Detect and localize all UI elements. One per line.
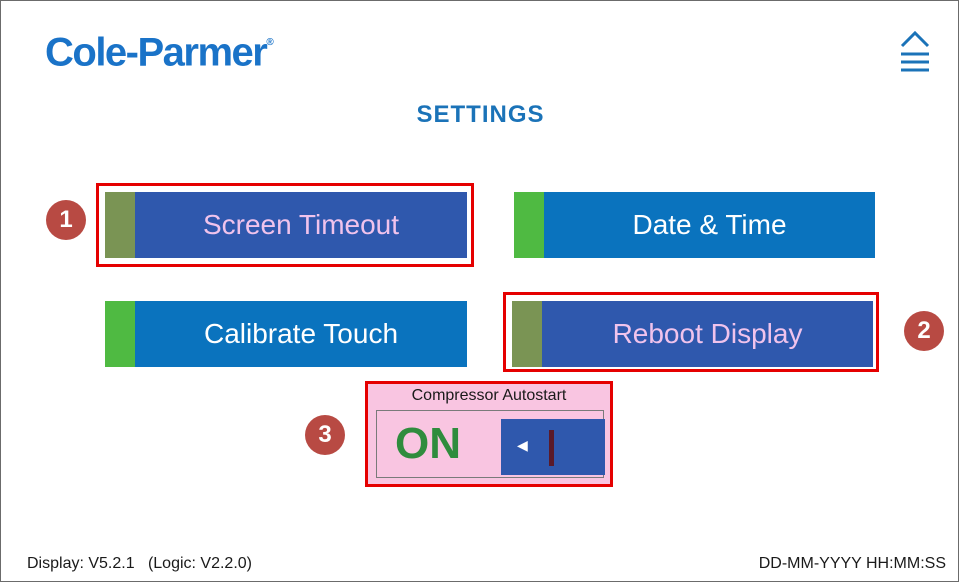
compressor-autostart-label: Compressor Autostart — [411, 387, 567, 404]
home-stack-icon[interactable] — [893, 29, 937, 81]
compressor-state-text: ON — [395, 419, 461, 468]
date-time-label: Date & Time — [632, 209, 787, 240]
registered-mark: ® — [266, 37, 274, 48]
button-accent-bar — [105, 192, 135, 258]
reboot-display-button[interactable]: Reboot Display — [512, 301, 873, 367]
calibrate-touch-label: Calibrate Touch — [203, 318, 399, 349]
callout-badge-3: 3 — [305, 415, 345, 455]
callout-badge-2: 2 — [904, 311, 944, 351]
screen-timeout-label: Screen Timeout — [202, 209, 400, 240]
page-title: SETTINGS — [416, 101, 545, 128]
compressor-toggle-row: ON ◀ — [376, 410, 605, 478]
callout-badge-1: 1 — [46, 200, 86, 240]
compressor-autostart-panel: Compressor Autostart ON ◀ — [365, 381, 613, 487]
button-accent-bar — [514, 192, 544, 258]
compressor-toggle-switch[interactable]: ◀ — [501, 419, 605, 475]
toggle-knob[interactable] — [549, 430, 554, 466]
button-accent-bar — [512, 301, 542, 367]
footer-datetime: DD-MM-YYYY HH:MM:SS — [758, 555, 946, 572]
settings-screen: Cole-Parmer® SETTINGS Screen Timeout 1 D… — [0, 0, 959, 582]
calibrate-touch-button[interactable]: Calibrate Touch — [105, 301, 467, 367]
reboot-display-label: Reboot Display — [612, 318, 803, 349]
date-time-button[interactable]: Date & Time — [514, 192, 875, 258]
version-info: Display: V5.2.1 (Logic: V2.2.0) — [27, 555, 252, 572]
toggle-arrow-icon: ◀ — [517, 437, 528, 453]
screen-timeout-button[interactable]: Screen Timeout — [105, 192, 467, 258]
button-accent-bar — [105, 301, 135, 367]
logo-text: Cole-Parmer — [45, 30, 268, 75]
cole-parmer-logo: Cole-Parmer® — [45, 25, 274, 76]
